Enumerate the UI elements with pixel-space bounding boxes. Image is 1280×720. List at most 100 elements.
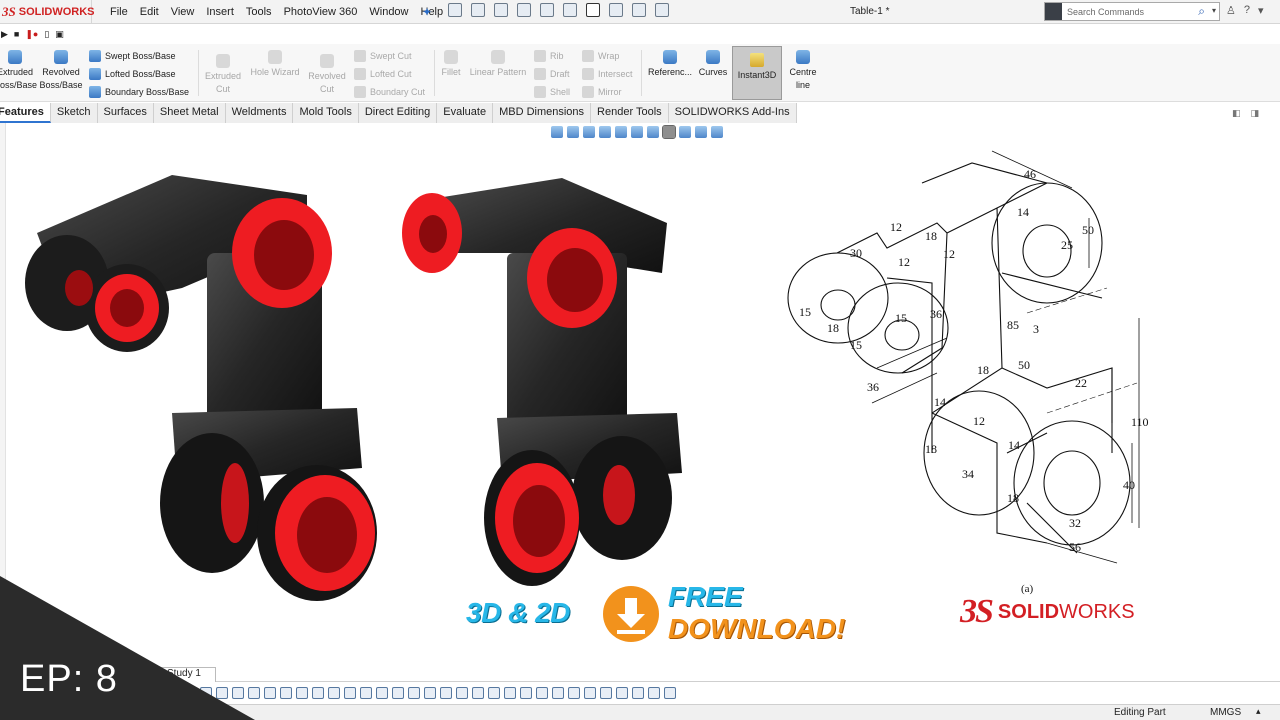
undo-icon[interactable]: [563, 3, 577, 17]
home-icon[interactable]: [448, 3, 462, 17]
instant3d-button[interactable]: Instant3D: [732, 46, 782, 100]
file-properties-icon[interactable]: [632, 3, 646, 17]
tab-mold-tools[interactable]: Mold Tools: [293, 103, 359, 123]
tab-sheet-metal[interactable]: Sheet Metal: [153, 103, 226, 123]
tile-right-icon[interactable]: ◨: [1251, 108, 1260, 119]
more-icon[interactable]: ▾: [1258, 4, 1264, 17]
check-icon[interactable]: [632, 687, 644, 699]
fillet-button[interactable]: Fillet: [438, 50, 464, 79]
options-gear-icon[interactable]: [655, 3, 669, 17]
download-icon[interactable]: [603, 586, 659, 642]
chevron-up-icon[interactable]: ▴: [1256, 706, 1261, 717]
annotation-view-icon[interactable]: [552, 687, 564, 699]
tab-render-tools[interactable]: Render Tools: [591, 103, 669, 123]
tab-surfaces[interactable]: Surfaces: [97, 103, 154, 123]
magnetic-line-icon[interactable]: [520, 687, 532, 699]
settings-icon[interactable]: [648, 687, 660, 699]
search-icon[interactable]: ⌕: [1198, 4, 1205, 19]
ordinate-dimension-icon[interactable]: [264, 687, 276, 699]
revision-cloud-icon[interactable]: [504, 687, 516, 699]
menu-edit[interactable]: Edit: [134, 6, 165, 18]
menu-tools[interactable]: Tools: [240, 6, 278, 18]
menu-window[interactable]: Window: [363, 6, 414, 18]
tolerance-icon[interactable]: [616, 687, 628, 699]
lofted-cut-button[interactable]: Lofted Cut: [354, 68, 412, 80]
center-mark-icon[interactable]: [424, 687, 436, 699]
boundary-cut-button[interactable]: Boundary Cut: [354, 86, 425, 98]
tab-evaluate[interactable]: Evaluate: [437, 103, 494, 123]
tab-direct-editing[interactable]: Direct Editing: [358, 103, 438, 123]
pin-menu-icon[interactable]: ✦: [422, 5, 432, 19]
record-icon[interactable]: ❚●: [25, 29, 38, 40]
extruded-boss-button[interactable]: Extruded Boss/Base: [0, 50, 37, 92]
wrap-button[interactable]: Wrap: [582, 50, 619, 62]
dimxpert-icon[interactable]: [600, 687, 612, 699]
reference-geometry-button[interactable]: Referenc...: [645, 50, 695, 79]
text-scale-icon[interactable]: [584, 687, 596, 699]
tab-addins[interactable]: SOLIDWORKS Add-Ins: [668, 103, 797, 123]
geometric-tolerance-icon[interactable]: [312, 687, 324, 699]
solidworks-logo[interactable]: 3S SOLIDWORKS: [0, 0, 95, 24]
menu-view[interactable]: View: [165, 6, 201, 18]
edit-page-icon[interactable]: ▣: [55, 29, 64, 40]
centreline-button[interactable]: Centre line: [786, 50, 820, 92]
datum-feature-icon[interactable]: [296, 687, 308, 699]
display-icon[interactable]: [536, 687, 548, 699]
horizontal-dimension-icon[interactable]: [216, 687, 228, 699]
search-commands-input[interactable]: Search Commands ⌕ ▾: [1044, 2, 1220, 21]
hole-callout-icon[interactable]: [408, 687, 420, 699]
help-icon[interactable]: ?: [1244, 4, 1250, 17]
note-icon[interactable]: [360, 687, 372, 699]
select-cursor-icon[interactable]: [586, 3, 600, 17]
smart-dimension-icon[interactable]: [200, 687, 212, 699]
rib-button[interactable]: Rib: [534, 50, 564, 62]
play-icon[interactable]: ▶: [1, 29, 8, 40]
curves-button[interactable]: Curves: [696, 50, 730, 79]
block-icon[interactable]: [472, 687, 484, 699]
surface-finish-icon[interactable]: [328, 687, 340, 699]
area-hatch-icon[interactable]: [456, 687, 468, 699]
save-icon[interactable]: [517, 3, 531, 17]
revolved-boss-button[interactable]: Revolved Boss/Base: [38, 50, 84, 92]
auto-balloon-icon[interactable]: [392, 687, 404, 699]
print-icon[interactable]: [540, 3, 554, 17]
vertical-dimension-icon[interactable]: [232, 687, 244, 699]
formatting-icon[interactable]: [568, 687, 580, 699]
hole-wizard-button[interactable]: Hole Wizard: [248, 50, 302, 79]
new-document-icon[interactable]: [471, 3, 485, 17]
extruded-cut-button[interactable]: Extruded Cut: [202, 54, 244, 96]
chevron-down-icon[interactable]: ▾: [1212, 6, 1216, 15]
tab-features[interactable]: Features: [0, 103, 51, 123]
intersect-button[interactable]: Intersect: [582, 68, 633, 80]
balloon-icon[interactable]: [376, 687, 388, 699]
rebuild-icon[interactable]: [609, 3, 623, 17]
linear-pattern-button[interactable]: Linear Pattern: [467, 50, 529, 79]
angular-dimension-icon[interactable]: [280, 687, 292, 699]
open-icon[interactable]: [494, 3, 508, 17]
boundary-boss-button[interactable]: Boundary Boss/Base: [89, 86, 189, 98]
lofted-boss-button[interactable]: Lofted Boss/Base: [89, 68, 176, 80]
search-mode-icon[interactable]: [1045, 3, 1062, 20]
mirror-button[interactable]: Mirror: [582, 86, 622, 98]
page-icon[interactable]: ▯: [44, 29, 49, 40]
tab-mbd-dimensions[interactable]: MBD Dimensions: [493, 103, 592, 123]
tab-sketch[interactable]: Sketch: [50, 103, 98, 123]
unit-system-selector[interactable]: MMGS: [1210, 707, 1241, 718]
weld-symbol-icon[interactable]: [344, 687, 356, 699]
centerline-icon[interactable]: [440, 687, 452, 699]
swept-cut-button[interactable]: Swept Cut: [354, 50, 412, 62]
tab-weldments[interactable]: Weldments: [225, 103, 294, 123]
menu-insert[interactable]: Insert: [200, 6, 240, 18]
motion-study-tab[interactable]: Study 1: [150, 667, 216, 682]
more-tools-icon[interactable]: [664, 687, 676, 699]
table-icon[interactable]: [488, 687, 500, 699]
shell-button[interactable]: Shell: [534, 86, 570, 98]
menu-file[interactable]: File: [104, 6, 134, 18]
draft-button[interactable]: Draft: [534, 68, 570, 80]
feature-manager-collapsed[interactable]: [0, 123, 6, 663]
baseline-dimension-icon[interactable]: [248, 687, 260, 699]
user-icon[interactable]: ♙: [1226, 4, 1236, 17]
swept-boss-button[interactable]: Swept Boss/Base: [89, 50, 176, 62]
tile-left-icon[interactable]: ◧: [1232, 108, 1241, 119]
stop-icon[interactable]: ■: [14, 29, 19, 39]
